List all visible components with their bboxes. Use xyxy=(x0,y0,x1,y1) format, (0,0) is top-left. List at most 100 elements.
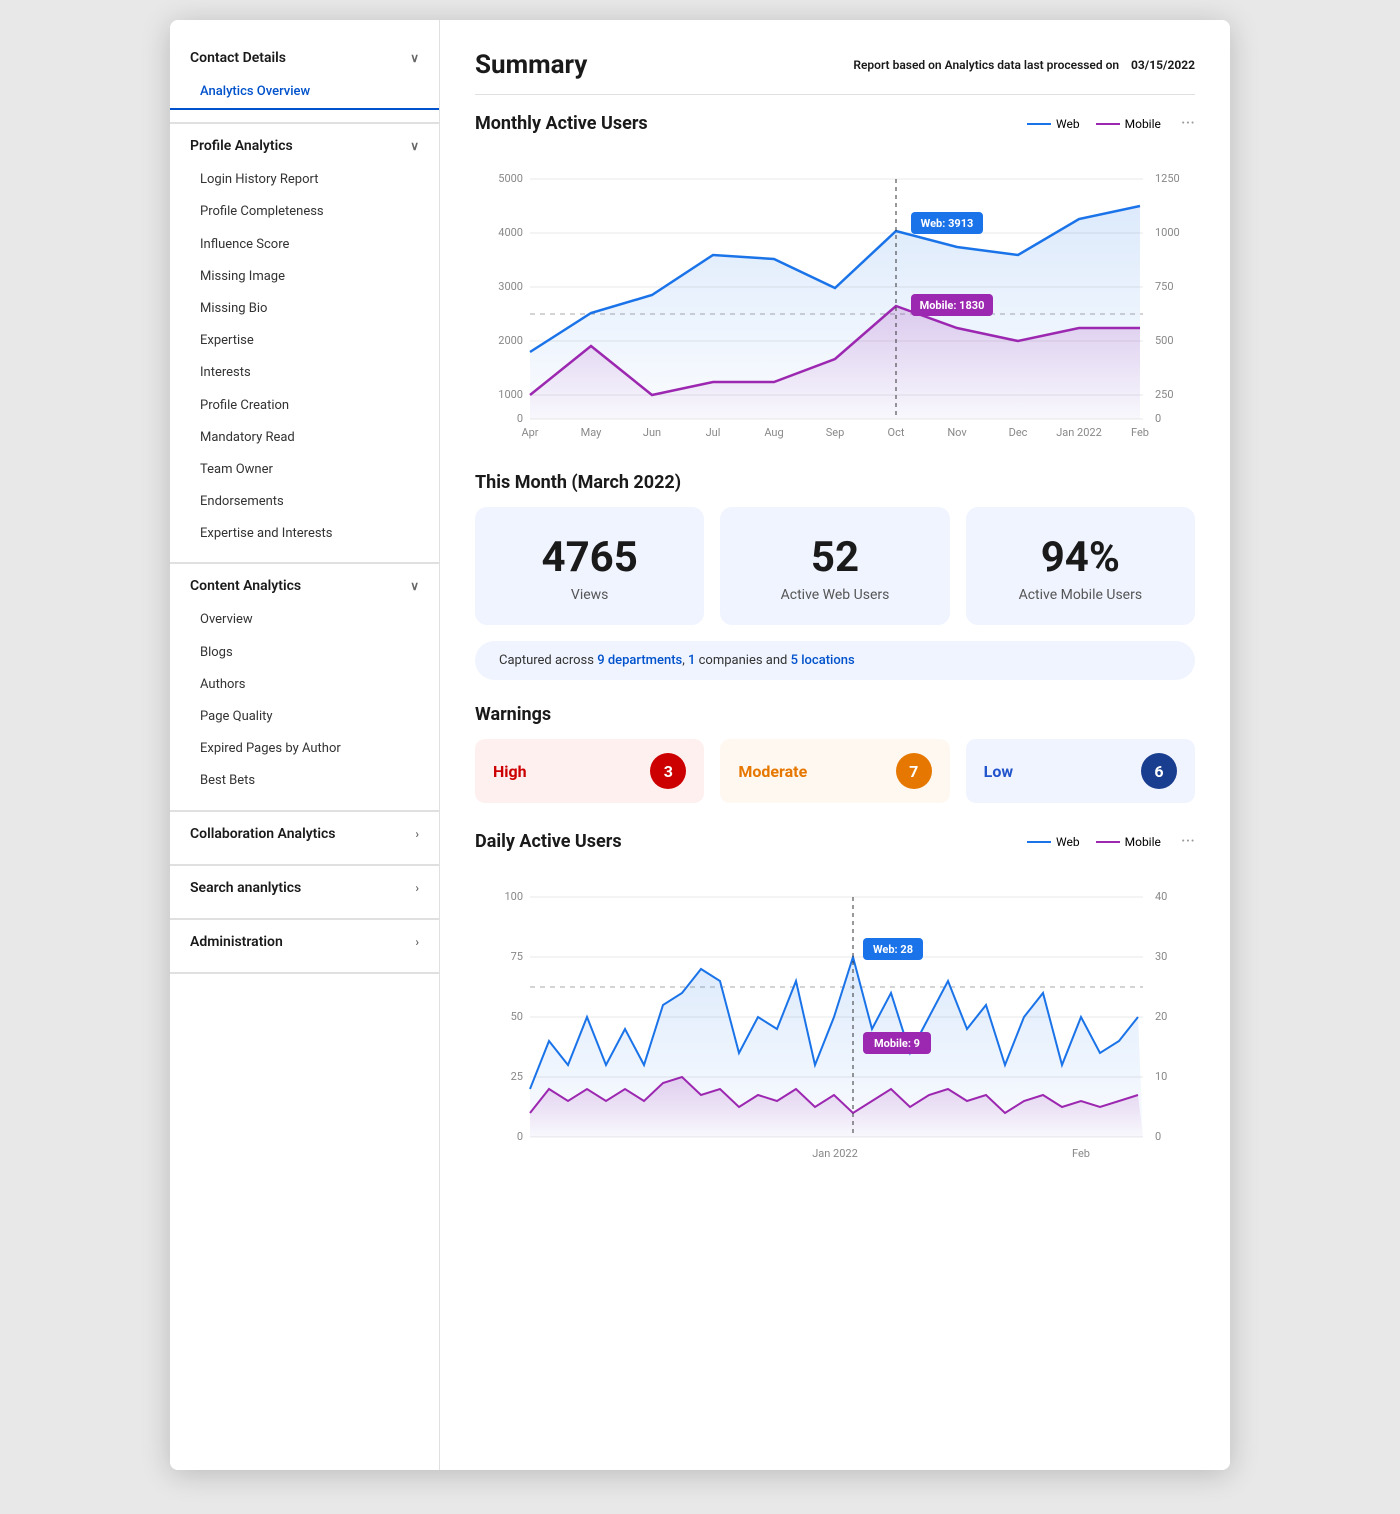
warning-badge-low: 6 xyxy=(1141,753,1177,789)
svg-text:75: 75 xyxy=(511,950,523,963)
legend-item-mobile: Mobile xyxy=(1096,117,1161,131)
svg-text:0: 0 xyxy=(1155,412,1161,425)
sidebar-item-blogs[interactable]: Blogs xyxy=(170,637,439,669)
daily-chart-legend: Web Mobile ··· xyxy=(1027,833,1195,851)
daily-legend-label-mobile: Mobile xyxy=(1125,835,1161,849)
sidebar-section-administration: Administration › xyxy=(170,924,439,974)
svg-text:0: 0 xyxy=(517,412,523,425)
sidebar-section-header-administration[interactable]: Administration › xyxy=(170,924,439,960)
sidebar-section-label-collaboration-analytics: Collaboration Analytics xyxy=(190,826,336,842)
daily-legend-item-mobile: Mobile xyxy=(1096,835,1161,849)
sidebar-item-expertise[interactable]: Expertise xyxy=(170,325,439,357)
sidebar-item-missing-bio[interactable]: Missing Bio xyxy=(170,293,439,325)
stat-value-active-web: 52 xyxy=(740,535,929,581)
sidebar-item-expertise-and-interests[interactable]: Expertise and Interests xyxy=(170,518,439,550)
warning-card-moderate[interactable]: Moderate 7 xyxy=(720,739,949,803)
main-content: Summary Report based on Analytics data l… xyxy=(440,20,1230,1470)
sidebar-item-missing-image[interactable]: Missing Image xyxy=(170,261,439,293)
sidebar-section-header-content-analytics[interactable]: Content Analytics ∨ xyxy=(170,568,439,604)
stat-label-active-mobile: Active Mobile Users xyxy=(986,587,1175,603)
sidebar-item-page-quality[interactable]: Page Quality xyxy=(170,701,439,733)
sidebar-section-header-collaboration-analytics[interactable]: Collaboration Analytics › xyxy=(170,816,439,852)
warnings-row: High 3 Moderate 7 Low 6 xyxy=(475,739,1195,803)
warning-label-moderate: Moderate xyxy=(738,762,807,781)
sidebar-section-contact-details: Contact Details ∨ Analytics Overview xyxy=(170,40,439,124)
stat-label-views: Views xyxy=(495,587,684,603)
svg-text:500: 500 xyxy=(1155,334,1174,347)
chevron-right-icon: › xyxy=(415,881,419,895)
warnings-title: Warnings xyxy=(475,704,1195,725)
daily-chart-container: Daily Active Users Web Mobile ··· xyxy=(475,831,1195,1186)
stat-card-active-web: 52 Active Web Users xyxy=(720,507,949,625)
sidebar-section-header-search-analytics[interactable]: Search ananlytics › xyxy=(170,870,439,906)
locations-link[interactable]: 5 locations xyxy=(791,653,855,668)
svg-text:1250: 1250 xyxy=(1155,172,1180,185)
sidebar-section-header-contact-details[interactable]: Contact Details ∨ xyxy=(170,40,439,76)
svg-text:Aug: Aug xyxy=(764,426,783,439)
daily-chart-more-options-icon[interactable]: ··· xyxy=(1181,833,1195,851)
chevron-down-icon: ∨ xyxy=(410,579,419,593)
svg-text:Jan 2022: Jan 2022 xyxy=(812,1147,858,1160)
svg-text:10: 10 xyxy=(1155,1070,1167,1083)
daily-chart-title: Daily Active Users xyxy=(475,831,622,852)
sidebar-item-analytics-overview[interactable]: Analytics Overview xyxy=(170,76,439,110)
svg-text:3000: 3000 xyxy=(498,280,523,293)
warning-badge-high: 3 xyxy=(650,753,686,789)
warning-label-high: High xyxy=(493,762,527,781)
sidebar-section-profile-analytics: Profile Analytics ∨ Login History Report… xyxy=(170,128,439,564)
svg-text:30: 30 xyxy=(1155,950,1167,963)
stat-value-views: 4765 xyxy=(495,535,684,581)
sidebar-item-expired-pages-by-author[interactable]: Expired Pages by Author xyxy=(170,733,439,765)
sidebar: Contact Details ∨ Analytics Overview Pro… xyxy=(170,20,440,1470)
page-header: Summary Report based on Analytics data l… xyxy=(475,50,1195,95)
svg-text:Jul: Jul xyxy=(706,426,721,439)
sidebar-section-content-analytics: Content Analytics ∨ Overview Blogs Autho… xyxy=(170,568,439,811)
svg-text:Apr: Apr xyxy=(521,426,538,439)
svg-text:Mobile: 1830: Mobile: 1830 xyxy=(920,299,985,312)
sidebar-item-mandatory-read[interactable]: Mandatory Read xyxy=(170,422,439,454)
svg-text:100: 100 xyxy=(504,890,523,903)
chevron-down-icon: ∨ xyxy=(410,51,419,65)
app-container: Contact Details ∨ Analytics Overview Pro… xyxy=(170,20,1230,1470)
warning-card-high[interactable]: High 3 xyxy=(475,739,704,803)
stat-label-active-web: Active Web Users xyxy=(740,587,929,603)
sidebar-item-authors[interactable]: Authors xyxy=(170,669,439,701)
daily-legend-label-web: Web xyxy=(1056,835,1080,849)
sidebar-item-profile-creation[interactable]: Profile Creation xyxy=(170,390,439,422)
sidebar-item-best-bets[interactable]: Best Bets xyxy=(170,765,439,797)
sidebar-item-interests[interactable]: Interests xyxy=(170,357,439,389)
sidebar-item-profile-completeness[interactable]: Profile Completeness xyxy=(170,196,439,228)
sidebar-item-influence-score[interactable]: Influence Score xyxy=(170,229,439,261)
svg-text:2000: 2000 xyxy=(498,334,523,347)
svg-text:Jun: Jun xyxy=(643,426,661,439)
sidebar-section-label-contact-details: Contact Details xyxy=(190,50,286,66)
sidebar-item-team-owner[interactable]: Team Owner xyxy=(170,454,439,486)
svg-text:Feb: Feb xyxy=(1131,426,1149,439)
web-legend-line xyxy=(1027,123,1051,125)
sidebar-section-label-administration: Administration xyxy=(190,934,283,950)
sidebar-item-overview[interactable]: Overview xyxy=(170,604,439,636)
svg-text:4000: 4000 xyxy=(498,226,523,239)
svg-text:1000: 1000 xyxy=(1155,226,1180,239)
stat-card-views: 4765 Views xyxy=(475,507,704,625)
chevron-down-icon: ∨ xyxy=(410,139,419,153)
svg-text:25: 25 xyxy=(511,1070,523,1083)
sidebar-item-endorsements[interactable]: Endorsements xyxy=(170,486,439,518)
monthly-chart-container: Monthly Active Users Web Mobile ··· xyxy=(475,113,1195,448)
chevron-right-icon: › xyxy=(415,827,419,841)
daily-web-legend-line xyxy=(1027,841,1051,843)
monthly-chart-title: Monthly Active Users xyxy=(475,113,648,134)
daily-chart-svg: 100 75 50 25 0 40 30 20 10 0 xyxy=(475,882,1195,1186)
departments-link[interactable]: 9 departments xyxy=(597,653,682,668)
sidebar-section-search-analytics: Search ananlytics › xyxy=(170,870,439,920)
warning-card-low[interactable]: Low 6 xyxy=(966,739,1195,803)
chevron-right-icon: › xyxy=(415,935,419,949)
svg-text:1000: 1000 xyxy=(498,388,523,401)
chart-more-options-icon[interactable]: ··· xyxy=(1181,115,1195,133)
sidebar-section-label-content-analytics: Content Analytics xyxy=(190,578,301,594)
sidebar-item-login-history-report[interactable]: Login History Report xyxy=(170,164,439,196)
stat-value-active-mobile: 94% xyxy=(986,535,1175,581)
monthly-chart-svg: 5000 4000 3000 2000 1000 0 1250 1000 750… xyxy=(475,164,1195,448)
sidebar-section-header-profile-analytics[interactable]: Profile Analytics ∨ xyxy=(170,128,439,164)
mobile-legend-line xyxy=(1096,123,1120,125)
